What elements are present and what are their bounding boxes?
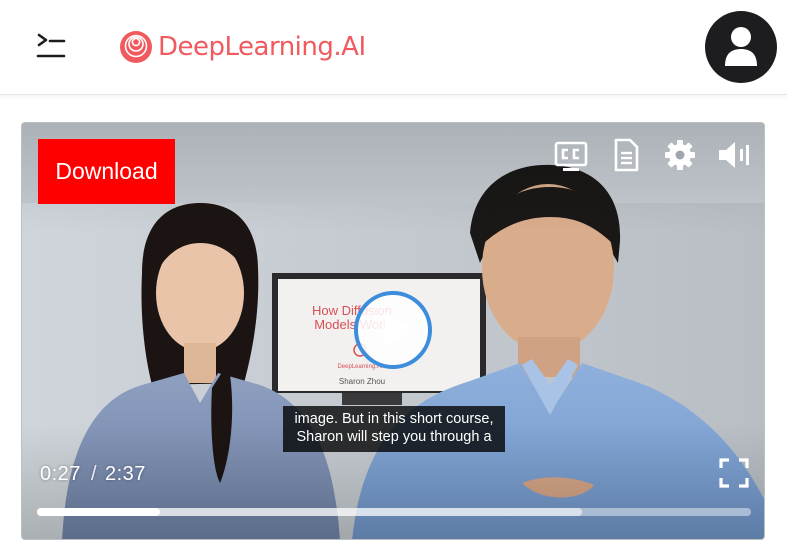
logo-mark-icon	[120, 31, 152, 63]
captions-button[interactable]	[553, 137, 589, 173]
settings-button[interactable]	[662, 137, 698, 173]
progress-bar[interactable]	[37, 508, 751, 516]
played-bar	[37, 508, 160, 516]
current-time: 0:27	[40, 462, 81, 485]
gear-icon	[665, 140, 695, 170]
user-avatar-button[interactable]	[705, 11, 777, 83]
transcript-button[interactable]	[608, 137, 644, 173]
play-button[interactable]	[354, 291, 432, 369]
top-bar: DeepLearning.AI	[0, 0, 787, 95]
download-button[interactable]: Download	[38, 139, 175, 204]
caption-line-1: image. But in this short course,	[294, 411, 494, 427]
fullscreen-icon	[719, 458, 749, 488]
duration: 2:37	[105, 462, 146, 485]
play-icon	[384, 313, 410, 347]
slide-presenter: Sharon Zhou	[339, 377, 385, 386]
subtitle-caption: image. But in this short course, Sharon …	[283, 406, 505, 452]
time-separator: /	[90, 462, 97, 485]
deeplearning-logo[interactable]: DeepLearning.AI	[118, 28, 366, 66]
time-display: 0:27 / 2:37	[40, 462, 146, 486]
user-icon	[725, 27, 757, 66]
logo-text: DeepLearning.AI	[158, 32, 366, 62]
caption-line-2: Sharon will step you through a	[296, 429, 492, 445]
menu-indent-icon	[36, 33, 66, 58]
fullscreen-button[interactable]	[719, 458, 749, 488]
volume-icon	[719, 142, 749, 168]
volume-button[interactable]	[716, 137, 752, 173]
menu-toggle-button[interactable]	[34, 30, 68, 64]
closed-captions-icon	[554, 141, 588, 171]
transcript-document-icon	[614, 138, 639, 172]
video-player[interactable]: How Diffusion Models Work DeepLearning.A…	[21, 122, 765, 540]
